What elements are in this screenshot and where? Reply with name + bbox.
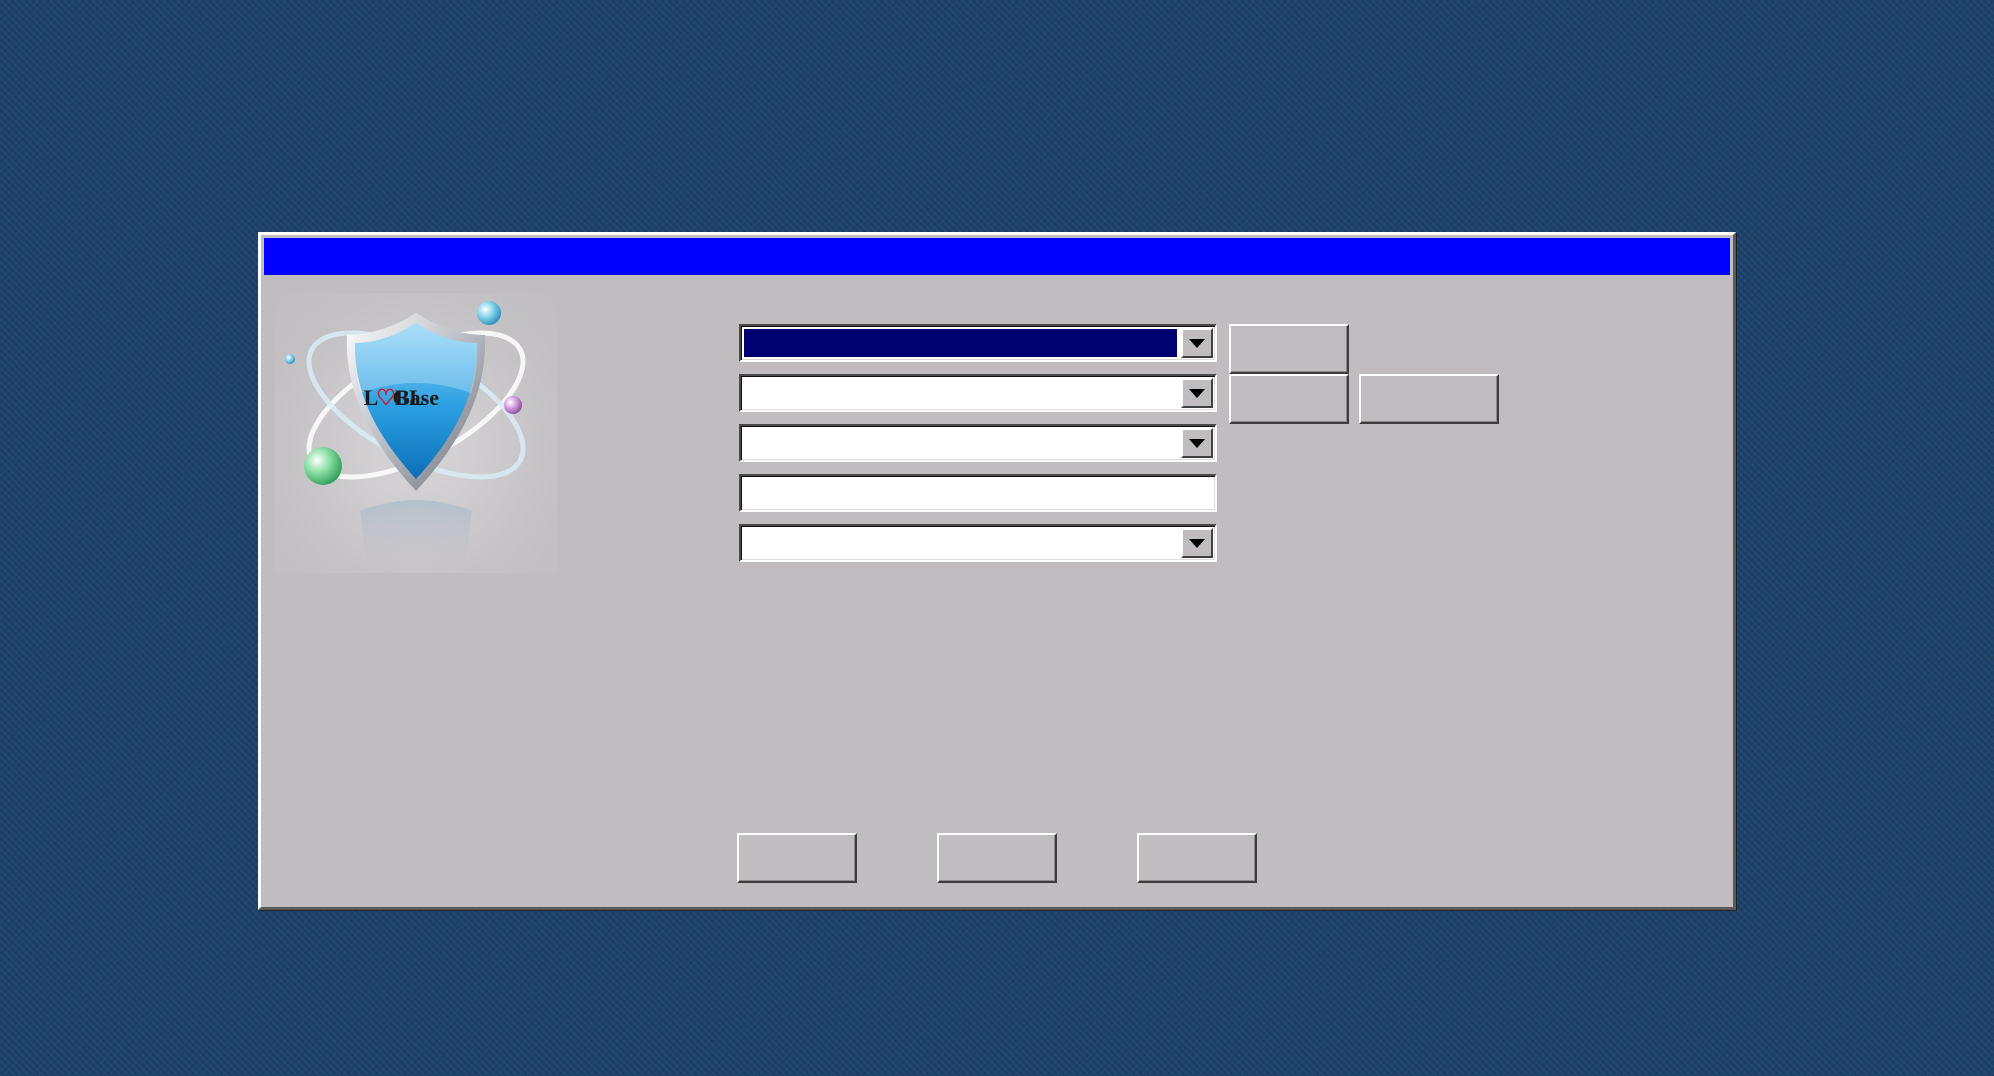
combo-box-2-value	[744, 379, 1177, 407]
side-button-1[interactable]	[1229, 324, 1349, 374]
chevron-down-icon	[1189, 339, 1205, 348]
combo-box-2[interactable]	[739, 374, 1217, 412]
shield-atom-logo-icon: L L♡GBase	[285, 301, 526, 568]
chevron-down-icon	[1189, 539, 1205, 548]
combo-box-4-value	[744, 529, 1177, 557]
footer-button-1[interactable]	[737, 833, 857, 883]
text-field-input[interactable]	[743, 478, 1213, 508]
side-button-2[interactable]	[1229, 374, 1349, 424]
combo-box-3-dropdown-button[interactable]	[1181, 428, 1213, 458]
combo-box-4-dropdown-button[interactable]	[1181, 528, 1213, 558]
side-button-3[interactable]	[1359, 374, 1499, 424]
footer-button-3[interactable]	[1137, 833, 1257, 883]
text-field[interactable]	[739, 474, 1217, 512]
logbase-logo: L L♡GBase	[275, 293, 557, 573]
combo-box-4[interactable]	[739, 524, 1217, 562]
combo-box-3-value	[744, 429, 1177, 457]
footer-button-2[interactable]	[937, 833, 1057, 883]
combo-box-3[interactable]	[739, 424, 1217, 462]
dialog-titlebar[interactable]	[264, 238, 1730, 275]
svg-text:L♡GBase: L♡GBase	[364, 385, 440, 410]
combo-box-1-dropdown-button[interactable]	[1181, 328, 1213, 358]
chevron-down-icon	[1189, 439, 1205, 448]
combo-box-1-value	[744, 329, 1177, 357]
login-dialog: L L♡GBase	[258, 232, 1736, 910]
combo-box-1[interactable]	[739, 324, 1217, 362]
combo-box-2-dropdown-button[interactable]	[1181, 378, 1213, 408]
chevron-down-icon	[1189, 389, 1205, 398]
